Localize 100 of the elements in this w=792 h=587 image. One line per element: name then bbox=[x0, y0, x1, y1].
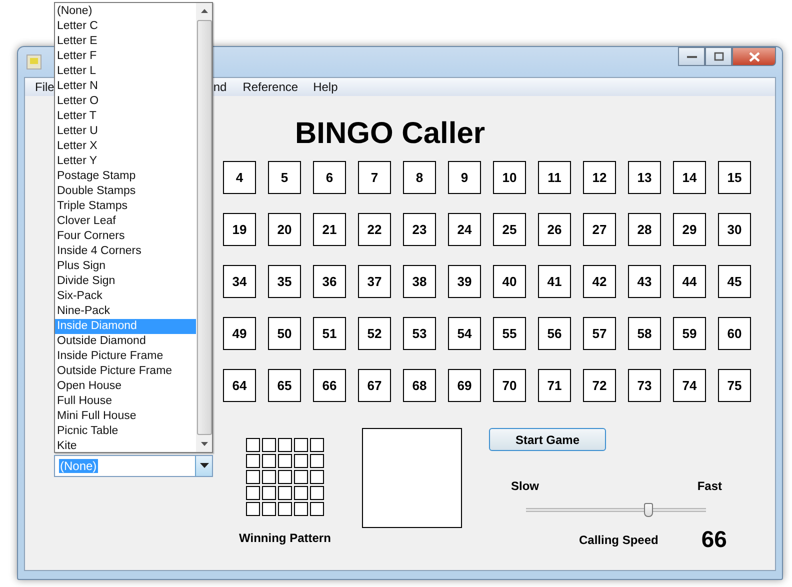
list-item[interactable]: Mini Full House bbox=[55, 409, 196, 424]
number-cell: 9 bbox=[448, 161, 481, 194]
number-cell: 15 bbox=[718, 161, 751, 194]
maximize-icon bbox=[714, 52, 724, 61]
number-cell: 25 bbox=[493, 213, 526, 246]
list-item[interactable]: Full House bbox=[55, 394, 196, 409]
menu-item[interactable]: Reference bbox=[240, 80, 302, 94]
number-cell: 66 bbox=[313, 369, 346, 402]
list-item[interactable]: Letter L bbox=[55, 64, 196, 79]
list-item[interactable]: Letter U bbox=[55, 124, 196, 139]
number-cell: 57 bbox=[583, 317, 616, 350]
number-cell: 28 bbox=[628, 213, 661, 246]
scroll-down-icon bbox=[200, 441, 208, 447]
close-button[interactable] bbox=[732, 47, 776, 66]
number-cell: 6 bbox=[313, 161, 346, 194]
number-cell: 56 bbox=[538, 317, 571, 350]
menu-item[interactable]: nd bbox=[210, 80, 230, 94]
combo-value: (None) bbox=[59, 459, 98, 473]
list-item[interactable]: Kite bbox=[55, 439, 196, 454]
number-cell: 21 bbox=[313, 213, 346, 246]
list-item[interactable]: Letter N bbox=[55, 79, 196, 94]
list-item[interactable]: Letter C bbox=[55, 19, 196, 34]
list-item[interactable]: Letter X bbox=[55, 139, 196, 154]
speed-caption: Calling Speed bbox=[579, 532, 658, 546]
number-cell: 35 bbox=[268, 265, 301, 298]
number-cell: 19 bbox=[223, 213, 256, 246]
list-item[interactable]: Divide Sign bbox=[55, 274, 196, 289]
number-cell: 20 bbox=[268, 213, 301, 246]
list-item[interactable]: Picnic Table bbox=[55, 424, 196, 439]
number-cell: 45 bbox=[718, 265, 751, 298]
close-icon bbox=[748, 52, 760, 62]
list-item[interactable]: Letter O bbox=[55, 94, 196, 109]
list-item[interactable]: (None) bbox=[55, 4, 196, 19]
number-cell: 74 bbox=[673, 369, 706, 402]
list-item[interactable]: Triple Stamps bbox=[55, 199, 196, 214]
minimize-icon bbox=[686, 54, 696, 58]
list-item[interactable]: Inside 4 Corners bbox=[55, 244, 196, 259]
scroll-up-icon bbox=[200, 8, 208, 14]
start-game-button[interactable]: Start Game bbox=[489, 428, 606, 451]
number-cell: 69 bbox=[448, 369, 481, 402]
dropdown-button[interactable] bbox=[195, 456, 212, 476]
list-item[interactable]: Letter E bbox=[55, 34, 196, 49]
list-item[interactable]: Nine-Pack bbox=[55, 304, 196, 319]
number-cell: 55 bbox=[493, 317, 526, 350]
number-cell: 53 bbox=[403, 317, 436, 350]
list-item[interactable]: Inside Picture Frame bbox=[55, 349, 196, 364]
list-item[interactable]: Double Stamps bbox=[55, 184, 196, 199]
list-item[interactable]: Outside Diamond bbox=[55, 334, 196, 349]
number-cell: 30 bbox=[718, 213, 751, 246]
number-cell: 13 bbox=[628, 161, 661, 194]
list-item[interactable]: Letter Y bbox=[55, 154, 196, 169]
list-item[interactable]: Clover Leaf bbox=[55, 214, 196, 229]
number-cell: 37 bbox=[358, 265, 391, 298]
number-cell: 14 bbox=[673, 161, 706, 194]
number-cell: 38 bbox=[403, 265, 436, 298]
number-cell: 40 bbox=[493, 265, 526, 298]
number-cell: 4 bbox=[223, 161, 256, 194]
slow-label: Slow bbox=[511, 479, 540, 493]
number-cell: 71 bbox=[538, 369, 571, 402]
fast-label: Fast bbox=[697, 479, 722, 493]
number-cell: 22 bbox=[358, 213, 391, 246]
number-cell: 51 bbox=[313, 317, 346, 350]
number-cell: 60 bbox=[718, 317, 751, 350]
number-cell: 58 bbox=[628, 317, 661, 350]
number-cell: 12 bbox=[583, 161, 616, 194]
list-item[interactable]: Letter F bbox=[55, 49, 196, 64]
number-cell: 8 bbox=[403, 161, 436, 194]
menu-item[interactable]: File bbox=[32, 80, 58, 94]
number-cell: 10 bbox=[493, 161, 526, 194]
number-cell: 36 bbox=[313, 265, 346, 298]
number-cell: 59 bbox=[673, 317, 706, 350]
number-cell: 73 bbox=[628, 369, 661, 402]
number-cell: 50 bbox=[268, 317, 301, 350]
number-cell: 7 bbox=[358, 161, 391, 194]
list-item[interactable]: Outside Picture Frame bbox=[55, 364, 196, 379]
maximize-button[interactable] bbox=[705, 47, 732, 66]
number-cell: 26 bbox=[538, 213, 571, 246]
list-item[interactable]: Four Corners bbox=[55, 229, 196, 244]
number-cell: 49 bbox=[223, 317, 256, 350]
number-cell: 68 bbox=[403, 369, 436, 402]
number-cell: 72 bbox=[583, 369, 616, 402]
caret-icon bbox=[200, 463, 208, 469]
number-cell: 29 bbox=[673, 213, 706, 246]
scrollbar[interactable] bbox=[196, 3, 212, 452]
number-cell: 34 bbox=[223, 265, 256, 298]
number-cell: 44 bbox=[673, 265, 706, 298]
list-item[interactable]: Open House bbox=[55, 379, 196, 394]
minimize-button[interactable] bbox=[678, 47, 705, 66]
list-item[interactable]: Six-Pack bbox=[55, 289, 196, 304]
slider-thumb[interactable] bbox=[644, 503, 653, 517]
number-cell: 70 bbox=[493, 369, 526, 402]
number-cell: 65 bbox=[268, 369, 301, 402]
number-cell: 75 bbox=[718, 369, 751, 402]
number-cell: 54 bbox=[448, 317, 481, 350]
list-item[interactable]: Plus Sign bbox=[55, 259, 196, 274]
number-cell: 27 bbox=[583, 213, 616, 246]
list-item[interactable]: Postage Stamp bbox=[55, 169, 196, 184]
list-item[interactable]: Letter T bbox=[55, 109, 196, 124]
number-cell: 64 bbox=[223, 369, 256, 402]
menu-item[interactable]: Help bbox=[310, 80, 341, 94]
